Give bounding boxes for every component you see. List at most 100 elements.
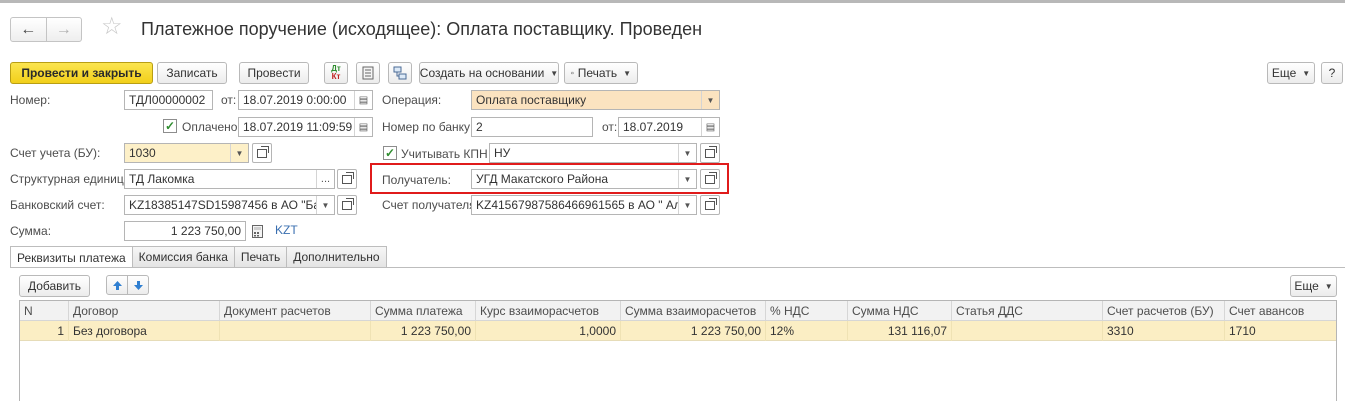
column-header[interactable]: Сумма взаиморасчетов (621, 301, 766, 321)
bank-date-from-label: от: (602, 120, 618, 134)
post-and-close-button[interactable]: Провести и закрыть (10, 62, 153, 84)
paid-checkbox[interactable]: ✓ (163, 119, 177, 133)
arrow-down-icon (133, 280, 143, 290)
column-header[interactable]: % НДС (766, 301, 848, 321)
kpn-checkbox[interactable]: ✓ (383, 146, 397, 160)
save-button[interactable]: Записать (157, 62, 227, 84)
bank-account-select[interactable]: KZ18385147SD15987456 в АО "Банк ▼ (124, 195, 335, 215)
cash-flow-item-cell[interactable] (952, 321, 1103, 341)
unit-label: Структурная единица: (10, 172, 134, 186)
bank-number-value: 2 (476, 120, 483, 134)
column-header[interactable]: Курс взаиморасчетов (476, 301, 621, 321)
post-button[interactable]: Провести (239, 62, 309, 84)
bank-account-open-button[interactable] (337, 195, 357, 215)
recipient-select[interactable]: УГД Макатского Района ▼ (471, 169, 697, 189)
unit-open-button[interactable] (337, 169, 357, 189)
calendar-icon[interactable]: ▤ (354, 118, 372, 136)
structure-button[interactable] (388, 62, 412, 84)
bank-date-field[interactable]: 18.07.2019 ▤ (618, 117, 720, 137)
operation-select[interactable]: Оплата поставщику ▼ (471, 90, 720, 110)
dropdown-arrow-icon[interactable]: ▼ (678, 196, 696, 214)
journal-button[interactable] (356, 62, 380, 84)
back-button[interactable]: ← (11, 18, 46, 41)
account-label: Счет учета (БУ): (10, 146, 101, 160)
vat-rate-cell[interactable]: 12% (766, 321, 848, 341)
create-based-on-button[interactable]: Создать на основании ▼ (419, 62, 559, 84)
forward-button[interactable]: → (45, 18, 82, 41)
column-header[interactable]: N (20, 301, 69, 321)
recipient-value: УГД Макатского Района (476, 172, 609, 186)
column-header[interactable]: Счет расчетов (БУ) (1103, 301, 1225, 321)
tab-additional[interactable]: Дополнительно (286, 246, 387, 267)
dropdown-arrow-icon: ▼ (1302, 68, 1311, 78)
checkmark-icon: ✓ (384, 146, 396, 160)
sum-value: 1 223 750,00 (170, 224, 241, 238)
open-icon (705, 145, 717, 158)
move-up-button[interactable] (106, 275, 128, 295)
recipient-account-select[interactable]: KZ41567987586466961565 в АО " Альян ▼ (471, 195, 697, 215)
date-field[interactable]: 18.07.2019 0:00:00 ▤ (238, 90, 373, 110)
advance-account-cell[interactable]: 1710 (1225, 321, 1336, 341)
dropdown-arrow-icon[interactable]: ▼ (316, 196, 334, 214)
print-label: Печать (577, 66, 618, 80)
payment-sum-cell[interactable]: 1 223 750,00 (371, 321, 476, 341)
column-header[interactable]: Документ расчетов (220, 301, 371, 321)
open-icon (342, 171, 354, 184)
dt-kt-button[interactable]: Дт Кт (324, 62, 348, 84)
calendar-icon[interactable]: ▤ (354, 91, 372, 109)
create-based-label: Создать на основании (419, 66, 545, 80)
recipient-label: Получатель: (382, 173, 451, 187)
more-button[interactable]: Еще ▼ (1267, 62, 1315, 84)
tab-bar: Реквизиты платежа Комиссия банка Печать … (10, 246, 387, 268)
vat-sum-cell[interactable]: 131 116,07 (848, 321, 952, 341)
calculator-button[interactable] (249, 222, 265, 240)
help-button[interactable]: ? (1321, 62, 1343, 84)
recipient-account-open-button[interactable] (700, 195, 720, 215)
tab-payment-details[interactable]: Реквизиты платежа (10, 246, 133, 268)
move-down-button[interactable] (127, 275, 149, 295)
column-header[interactable]: Договор (69, 301, 220, 321)
unit-field[interactable]: ТД Лакомка ... (124, 169, 335, 189)
exchange-rate-cell[interactable]: 1,0000 (476, 321, 621, 341)
dropdown-arrow-icon[interactable]: ▼ (678, 144, 696, 162)
currency-link[interactable]: KZT (275, 223, 298, 237)
settlement-document-cell[interactable] (220, 321, 371, 341)
calendar-icon[interactable]: ▤ (701, 118, 719, 136)
table-header: N Договор Документ расчетов Сумма платеж… (20, 301, 1336, 321)
column-header[interactable]: Сумма платежа (371, 301, 476, 321)
list-icon (362, 66, 374, 80)
add-row-button[interactable]: Добавить (19, 275, 90, 297)
print-button[interactable]: Печать ▼ (564, 62, 638, 84)
dropdown-arrow-icon[interactable]: ▼ (701, 91, 719, 109)
column-header[interactable]: Статья ДДС (952, 301, 1103, 321)
settlement-account-cell[interactable]: 3310 (1103, 321, 1225, 341)
column-header[interactable]: Сумма НДС (848, 301, 952, 321)
payment-details-table[interactable]: N Договор Документ расчетов Сумма платеж… (19, 300, 1337, 401)
table-more-button[interactable]: Еще ▼ (1290, 275, 1337, 297)
unit-value: ТД Лакомка (129, 172, 195, 186)
more-label: Еще (1271, 66, 1297, 80)
table-row[interactable]: 1 Без договора 1 223 750,00 1,0000 1 223… (20, 321, 1336, 341)
kpn-select[interactable]: НУ ▼ (489, 143, 697, 163)
contract-cell[interactable]: Без договора (69, 321, 220, 341)
star-icon[interactable]: ☆ (101, 15, 123, 39)
dropdown-arrow-icon: ▼ (623, 68, 631, 78)
account-open-button[interactable] (252, 143, 272, 163)
paid-label: Оплачено (182, 120, 238, 134)
ellipsis-icon[interactable]: ... (316, 170, 334, 188)
dropdown-arrow-icon[interactable]: ▼ (230, 144, 248, 162)
column-header[interactable]: Счет авансов (1225, 301, 1336, 321)
bank-number-field[interactable]: 2 (471, 117, 593, 137)
dropdown-arrow-icon[interactable]: ▼ (678, 170, 696, 188)
settlement-sum-cell[interactable]: 1 223 750,00 (621, 321, 766, 341)
tab-print[interactable]: Печать (233, 246, 288, 267)
sum-field[interactable]: 1 223 750,00 (124, 221, 246, 241)
kpn-open-button[interactable] (700, 143, 720, 163)
paid-date-field[interactable]: 18.07.2019 11:09:59 ▤ (238, 117, 373, 137)
recipient-account-value: KZ41567987586466961565 в АО " Альян (476, 198, 678, 212)
recipient-open-button[interactable] (700, 169, 720, 189)
account-select[interactable]: 1030 ▼ (124, 143, 249, 163)
tab-bank-commission[interactable]: Комиссия банка (131, 246, 235, 267)
number-field[interactable]: ТДЛ00000002 (124, 90, 213, 110)
recipient-account-label: Счет получателя: (382, 198, 479, 212)
